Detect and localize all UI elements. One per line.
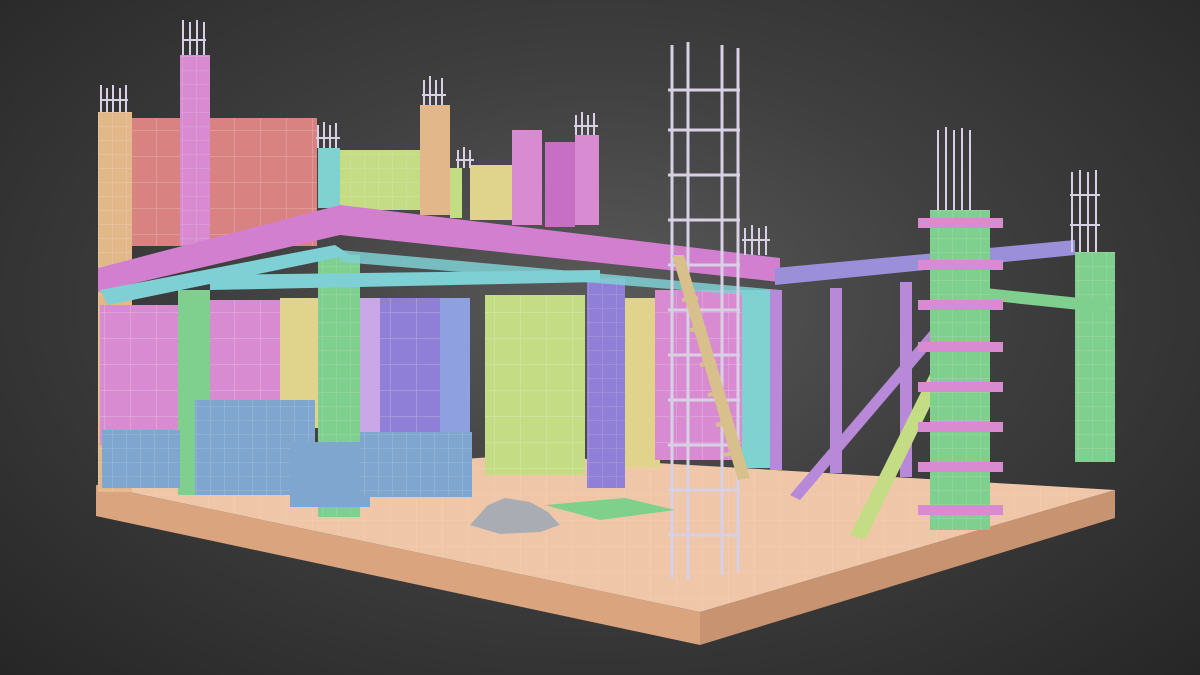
wall-magenta-upper [545, 142, 575, 227]
wall-yellow-lower-2 [625, 298, 660, 468]
wall-blue-lower [440, 298, 470, 438]
wall-pink-upper [512, 130, 542, 225]
formwork-column [918, 127, 1003, 530]
wall-pink-upper-2 [575, 135, 599, 225]
wall-teal-right [742, 290, 774, 468]
wall-orange-mid [420, 105, 450, 215]
construction-site-model [96, 20, 1115, 645]
wall-teal-strip [318, 148, 340, 208]
wall-yellow-upper [470, 165, 515, 220]
3d-viewport[interactable] [0, 0, 1200, 675]
wall-lime-small [450, 168, 462, 218]
